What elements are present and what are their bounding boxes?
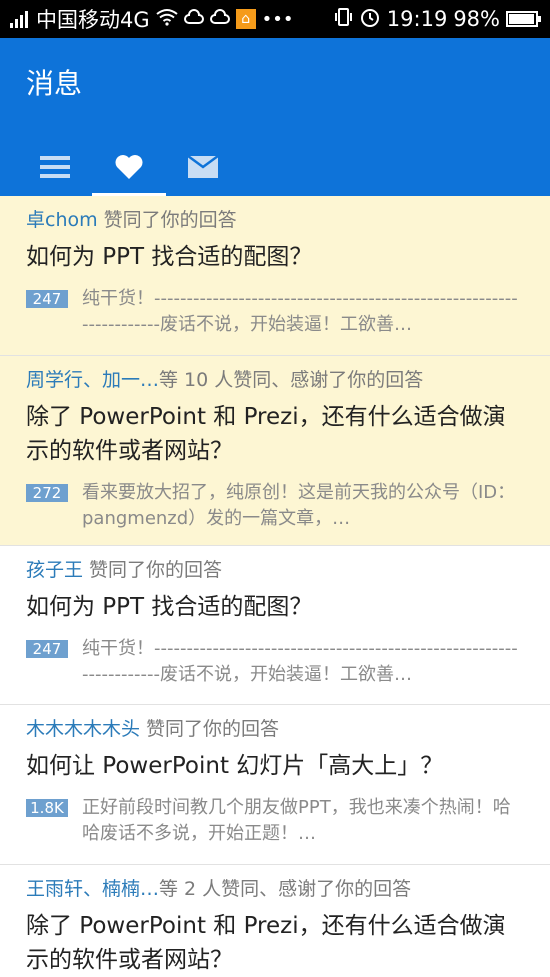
actor-link[interactable]: 周学行、加一…	[26, 369, 159, 391]
question-title[interactable]: 除了 PowerPoint 和 Prezi，还有什么适合做演示的软件或者网站？	[26, 909, 524, 977]
answer-excerpt: 纯干货！------------------------------------…	[82, 288, 518, 335]
action-text: 赞同了你的回答	[97, 209, 237, 231]
tab-likes[interactable]	[92, 138, 166, 196]
notification-meta: 周学行、加一…等 10 人赞同、感谢了你的回答	[26, 366, 524, 394]
alarm-icon	[359, 6, 381, 33]
signal-icon	[10, 10, 30, 28]
notification-item[interactable]: 孩子王 赞同了你的回答 如何为 PPT 找合适的配图？ 247 纯干货！----…	[0, 546, 550, 705]
carrier-label: 中国移动4G	[36, 8, 150, 32]
notification-meta: 卓chom 赞同了你的回答	[26, 206, 524, 234]
cloud-icon	[209, 8, 230, 30]
notification-item[interactable]: 卓chom 赞同了你的回答 如何为 PPT 找合适的配图？ 247 纯干货！--…	[0, 196, 550, 356]
answer-summary: 272 看来要放大招了，纯原创！这是前天我的公众号（ID：pangmenzd）发…	[26, 480, 524, 532]
answer-excerpt: 看来要放大招了，纯原创！这是前天我的公众号（ID：pangmenzd）发的一篇文…	[82, 482, 516, 529]
tab-menu[interactable]	[18, 138, 92, 196]
action-text: 等 2 人赞同、感谢了你的回答	[159, 878, 412, 900]
question-title[interactable]: 除了 PowerPoint 和 Prezi，还有什么适合做演示的软件或者网站？	[26, 400, 524, 468]
tab-mail[interactable]	[166, 138, 240, 196]
answer-summary: 247 纯干货！--------------------------------…	[26, 636, 524, 688]
question-title[interactable]: 如何让 PowerPoint 幻灯片「高大上」？	[26, 749, 524, 783]
heart-icon	[114, 154, 144, 180]
notification-meta: 孩子王 赞同了你的回答	[26, 556, 524, 584]
vibrate-icon	[333, 7, 353, 32]
answer-excerpt: 正好前段时间教几个朋友做PPT，我也来凑个热闹！哈哈废话不多说，开始正题！…	[82, 797, 511, 844]
action-text: 赞同了你的回答	[140, 718, 280, 740]
vote-count-badge: 247	[26, 290, 68, 308]
notification-item[interactable]: 王雨轩、楠楠…等 2 人赞同、感谢了你的回答 除了 PowerPoint 和 P…	[0, 865, 550, 977]
wifi-icon	[156, 8, 178, 31]
notification-item[interactable]: 周学行、加一…等 10 人赞同、感谢了你的回答 除了 PowerPoint 和 …	[0, 356, 550, 546]
tab-bar	[18, 138, 240, 196]
app-header: 消息	[0, 38, 550, 196]
answer-summary: 247 纯干货！--------------------------------…	[26, 286, 524, 338]
actor-link[interactable]: 孩子王	[26, 559, 83, 581]
home-app-icon: ⌂	[235, 9, 256, 29]
page-title: 消息	[26, 67, 83, 100]
action-text: 等 10 人赞同、感谢了你的回答	[159, 369, 424, 391]
notification-meta: 王雨轩、楠楠…等 2 人赞同、感谢了你的回答	[26, 875, 524, 903]
notification-meta: 木木木木木头 赞同了你的回答	[26, 715, 524, 743]
cloud-icon	[183, 8, 204, 30]
menu-icon	[40, 155, 70, 179]
actor-link[interactable]: 王雨轩、楠楠…	[26, 878, 159, 900]
vote-count-badge: 272	[26, 484, 68, 502]
question-title[interactable]: 如何为 PPT 找合适的配图？	[26, 240, 524, 274]
more-dots: •••	[261, 8, 294, 30]
actor-link[interactable]: 卓chom	[26, 209, 98, 231]
clock-time: 19:19	[386, 7, 448, 31]
actor-link[interactable]: 木木木木木头	[26, 718, 140, 740]
notification-list: 卓chom 赞同了你的回答 如何为 PPT 找合适的配图？ 247 纯干货！--…	[0, 196, 550, 977]
question-title[interactable]: 如何为 PPT 找合适的配图？	[26, 590, 524, 624]
battery-percent: 98%	[453, 7, 500, 31]
mail-icon	[188, 156, 218, 178]
answer-excerpt: 纯干货！------------------------------------…	[82, 638, 518, 685]
action-text: 赞同了你的回答	[83, 559, 223, 581]
answer-summary: 1.8K 正好前段时间教几个朋友做PPT，我也来凑个热闹！哈哈废话不多说，开始正…	[26, 795, 524, 847]
battery-icon	[506, 11, 541, 27]
vote-count-badge: 247	[26, 640, 68, 658]
notification-item[interactable]: 木木木木木头 赞同了你的回答 如何让 PowerPoint 幻灯片「高大上」？ …	[0, 705, 550, 865]
status-bar: 中国移动4G ⌂ ••• 19:19 98%	[0, 0, 550, 38]
vote-count-badge: 1.8K	[26, 799, 68, 817]
